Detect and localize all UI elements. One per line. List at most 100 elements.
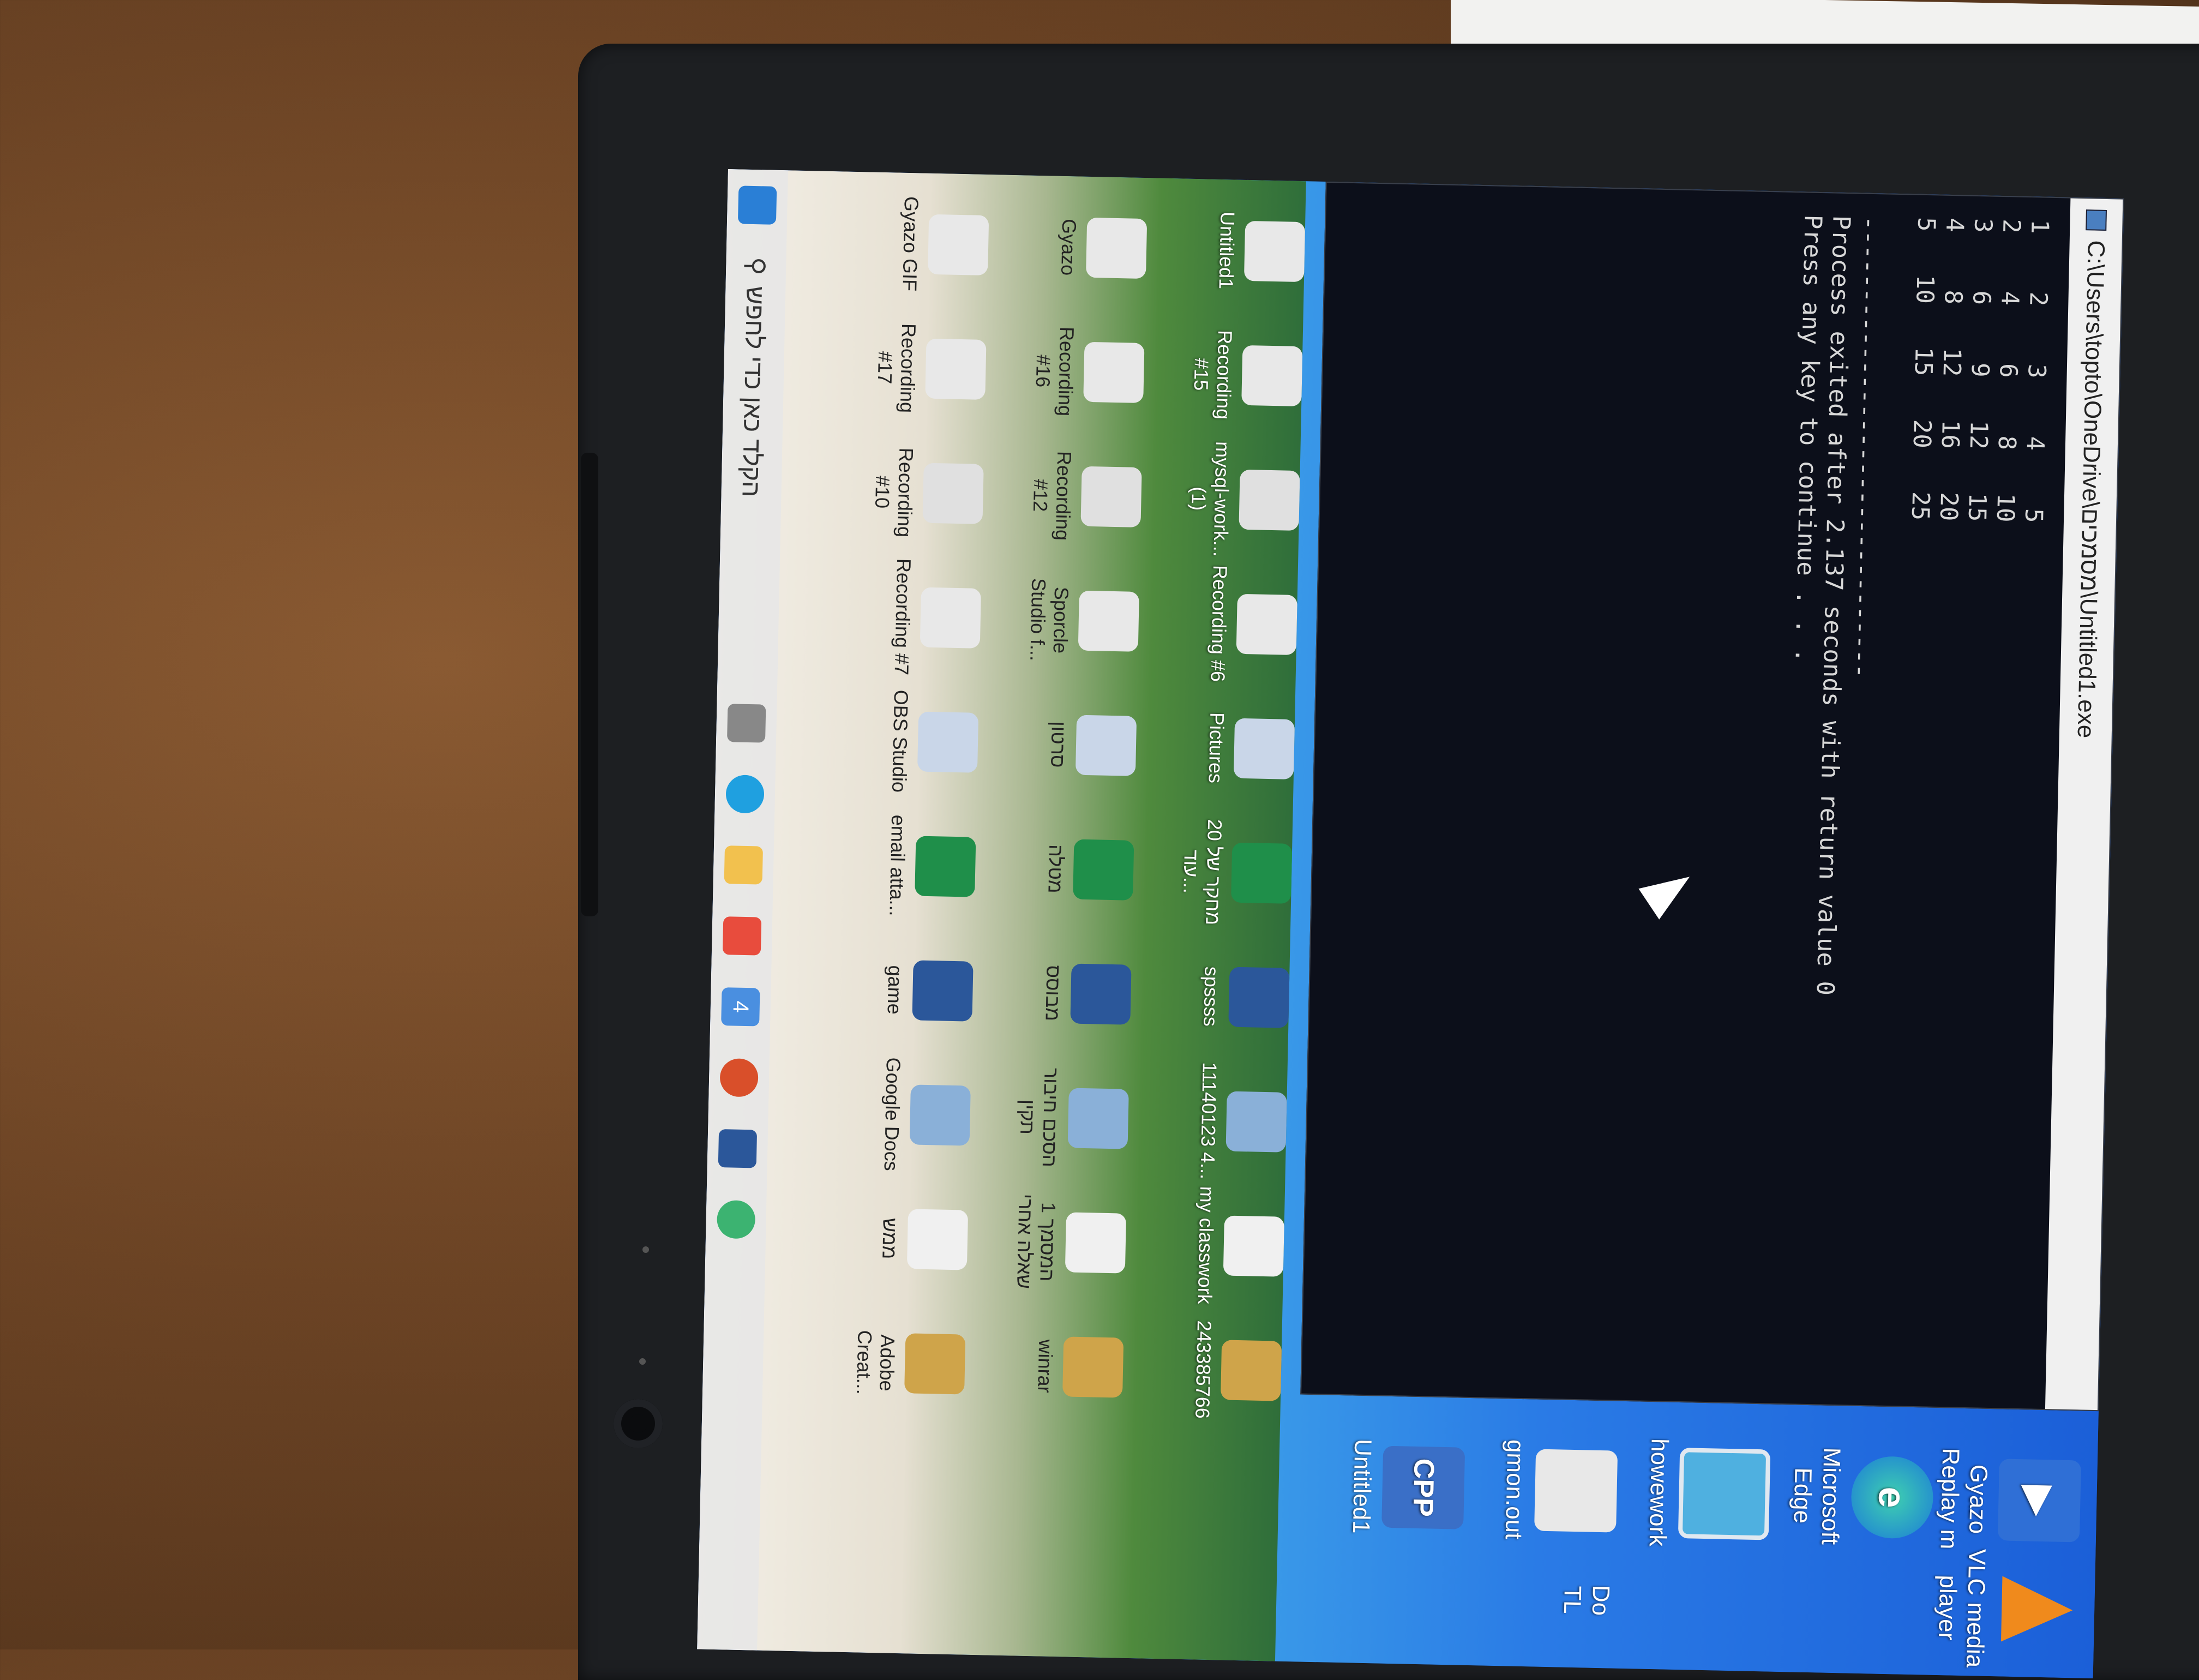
icon-label: Pictures xyxy=(1204,712,1229,784)
desktop-icon[interactable]: Google Docs xyxy=(879,1054,971,1175)
file-icon xyxy=(1241,345,1303,407)
desktop-icon[interactable]: 243385766 xyxy=(1191,1309,1283,1431)
task-view-icon[interactable] xyxy=(727,704,766,743)
icon-label: Sporcle Studio f... xyxy=(1026,578,1073,662)
icon-label: Gyazo xyxy=(1057,218,1081,276)
desktop-icon[interactable]: Gyazo GIF xyxy=(898,184,990,305)
desktop: ▶ Gyazo Replay m e Microsoft Edge howewo… xyxy=(697,169,2124,1679)
desktop-icon[interactable]: Pictures xyxy=(1204,688,1296,809)
gyazo-replay-icon: ▶ xyxy=(1997,1459,2081,1543)
desktop-icon[interactable]: Recording #15 xyxy=(1188,314,1303,436)
mail-icon[interactable]: 4 xyxy=(721,987,760,1027)
desktop-icon[interactable]: OBS Studio xyxy=(887,681,980,802)
desktop-icon[interactable]: Recording #16 xyxy=(1030,311,1145,433)
desktop-icon[interactable]: email atta... xyxy=(885,805,977,927)
icon-label: Microsoft Edge xyxy=(1788,1447,1846,1545)
icon-label: המסמך 1 שאלה אחרי xyxy=(1013,1193,1060,1289)
icon-label: Recording #15 xyxy=(1189,329,1237,420)
file-icon xyxy=(1243,220,1306,283)
desktop-icon[interactable]: Recording #6 xyxy=(1206,563,1298,685)
icon-label: OBS Studio xyxy=(888,689,913,793)
desktop-icon[interactable]: mysql-work... (1) xyxy=(1186,439,1301,561)
desktop-icon[interactable]: spssss xyxy=(1198,936,1290,1058)
file-icon xyxy=(1231,842,1293,904)
icon-label: 243385766 xyxy=(1191,1320,1216,1419)
file-icon xyxy=(1233,718,1295,779)
desktop-icon[interactable]: מטלה xyxy=(1043,808,1135,930)
mouse-cursor-icon xyxy=(1638,861,1700,920)
icon-label: 11140123 4... xyxy=(1196,1061,1221,1180)
desktop-icon-edge[interactable]: e Microsoft Edge xyxy=(1787,1424,1934,1569)
console-window[interactable]: C:\Users\topto\OneDrive\מסמכים\Untitled1… xyxy=(1300,181,2124,1412)
desktop-icon[interactable]: winrar xyxy=(1032,1306,1125,1427)
bezel-vent xyxy=(581,453,598,916)
desktop-icon[interactable]: Recording #10 xyxy=(869,432,984,554)
desktop-icon[interactable]: סרטון xyxy=(1046,684,1138,806)
icon-label: VLC media player xyxy=(1933,1549,1991,1668)
icon-label: Adobe Creat... xyxy=(852,1330,899,1395)
edge-taskbar-icon[interactable] xyxy=(725,775,765,814)
icon-label: game xyxy=(883,965,907,1015)
file-icon xyxy=(1078,590,1139,652)
file-icon xyxy=(1067,1088,1129,1149)
desktop-icon[interactable]: Recording #17 xyxy=(872,308,987,430)
store-icon[interactable] xyxy=(722,916,762,956)
icon-label: email atta... xyxy=(885,814,910,917)
console-title: C:\Users\topto\OneDrive\מסמכים\Untitled1… xyxy=(2072,240,2110,739)
webcam-icon xyxy=(614,1399,663,1448)
file-icon xyxy=(920,587,981,649)
console-app-icon xyxy=(2086,209,2107,231)
windows-start-icon[interactable] xyxy=(737,185,777,225)
icon-label: Recording #7 xyxy=(890,558,916,676)
desktop-icon[interactable]: Adobe Creat... xyxy=(851,1302,966,1424)
desktop-icon-untitled1-cpp[interactable]: CPP Untitled1 xyxy=(1346,1415,1465,1559)
file-icon xyxy=(912,960,974,1022)
laptop-screen: ▶ Gyazo Replay m e Microsoft Edge howewo… xyxy=(697,169,2124,1679)
mail-badge: 4 xyxy=(729,1000,753,1013)
desktop-icon[interactable]: game xyxy=(882,929,974,1051)
desktop-icon[interactable]: Gyazo xyxy=(1056,187,1148,309)
icon-label: spssss xyxy=(1199,966,1223,1027)
file-icon xyxy=(925,338,987,400)
file-icon xyxy=(1239,469,1300,531)
icon-label: Gyazo GIF xyxy=(898,196,923,292)
word-icon[interactable] xyxy=(718,1129,758,1168)
file-icon xyxy=(922,463,984,524)
desktop-icon[interactable]: Recording #7 xyxy=(890,556,982,678)
file-icon xyxy=(1075,715,1137,776)
desktop-icon[interactable]: Untitled1 xyxy=(1214,190,1306,312)
power-led-icon xyxy=(639,1358,646,1365)
icon-label: הסכם חיבור תקין xyxy=(1016,1067,1063,1168)
desktop-icon-howework[interactable]: howework xyxy=(1643,1421,1771,1566)
desktop-icon-vlc[interactable]: VLC media player xyxy=(1932,1547,2080,1671)
taskbar-search[interactable]: ⚲ הקלד כאן כדי לחפש xyxy=(733,257,771,672)
icon-label: Google Docs xyxy=(880,1057,905,1172)
file-icon xyxy=(1070,963,1132,1025)
desktop-icon[interactable]: הסכם חיבור תקין xyxy=(1014,1057,1129,1179)
icon-label: סרטון xyxy=(1047,721,1070,768)
desktop-icon[interactable]: ממש xyxy=(877,1178,969,1300)
search-icon: ⚲ xyxy=(741,256,771,276)
file-icon xyxy=(915,836,976,897)
file-icon xyxy=(1220,1340,1282,1401)
file-icon xyxy=(904,1333,966,1395)
desktop-icon[interactable]: המסמך 1 שאלה אחרי xyxy=(1012,1181,1127,1303)
desktop-icon[interactable]: מחקר של 20 עוד... xyxy=(1178,812,1293,934)
cpp-file-icon: CPP xyxy=(1381,1445,1465,1529)
desktop-icon[interactable]: my classwork xyxy=(1193,1185,1285,1306)
file-icon xyxy=(1062,1336,1124,1398)
icon-label: Gyazo Replay m xyxy=(1935,1448,1992,1550)
powerpoint-icon[interactable] xyxy=(719,1058,759,1097)
chrome-icon[interactable] xyxy=(716,1200,756,1239)
icon-label: מבוסס xyxy=(1041,965,1065,1022)
desktop-icon[interactable]: Recording #12 xyxy=(1028,435,1143,557)
desktop-icon-do[interactable]: Do TL xyxy=(1557,1539,1616,1660)
desktop-icon[interactable]: מבוסס xyxy=(1040,933,1132,1054)
icon-label: מחקר של 20 עוד... xyxy=(1179,819,1227,926)
icon-label: Recording #12 xyxy=(1029,451,1076,541)
file-explorer-icon[interactable] xyxy=(724,845,764,885)
icon-label: Recording #6 xyxy=(1206,565,1231,682)
desktop-icon[interactable]: Sporcle Studio f... xyxy=(1025,560,1140,682)
desktop-icon[interactable]: 11140123 4... xyxy=(1195,1060,1288,1182)
icon-label: my classwork xyxy=(1193,1186,1219,1305)
